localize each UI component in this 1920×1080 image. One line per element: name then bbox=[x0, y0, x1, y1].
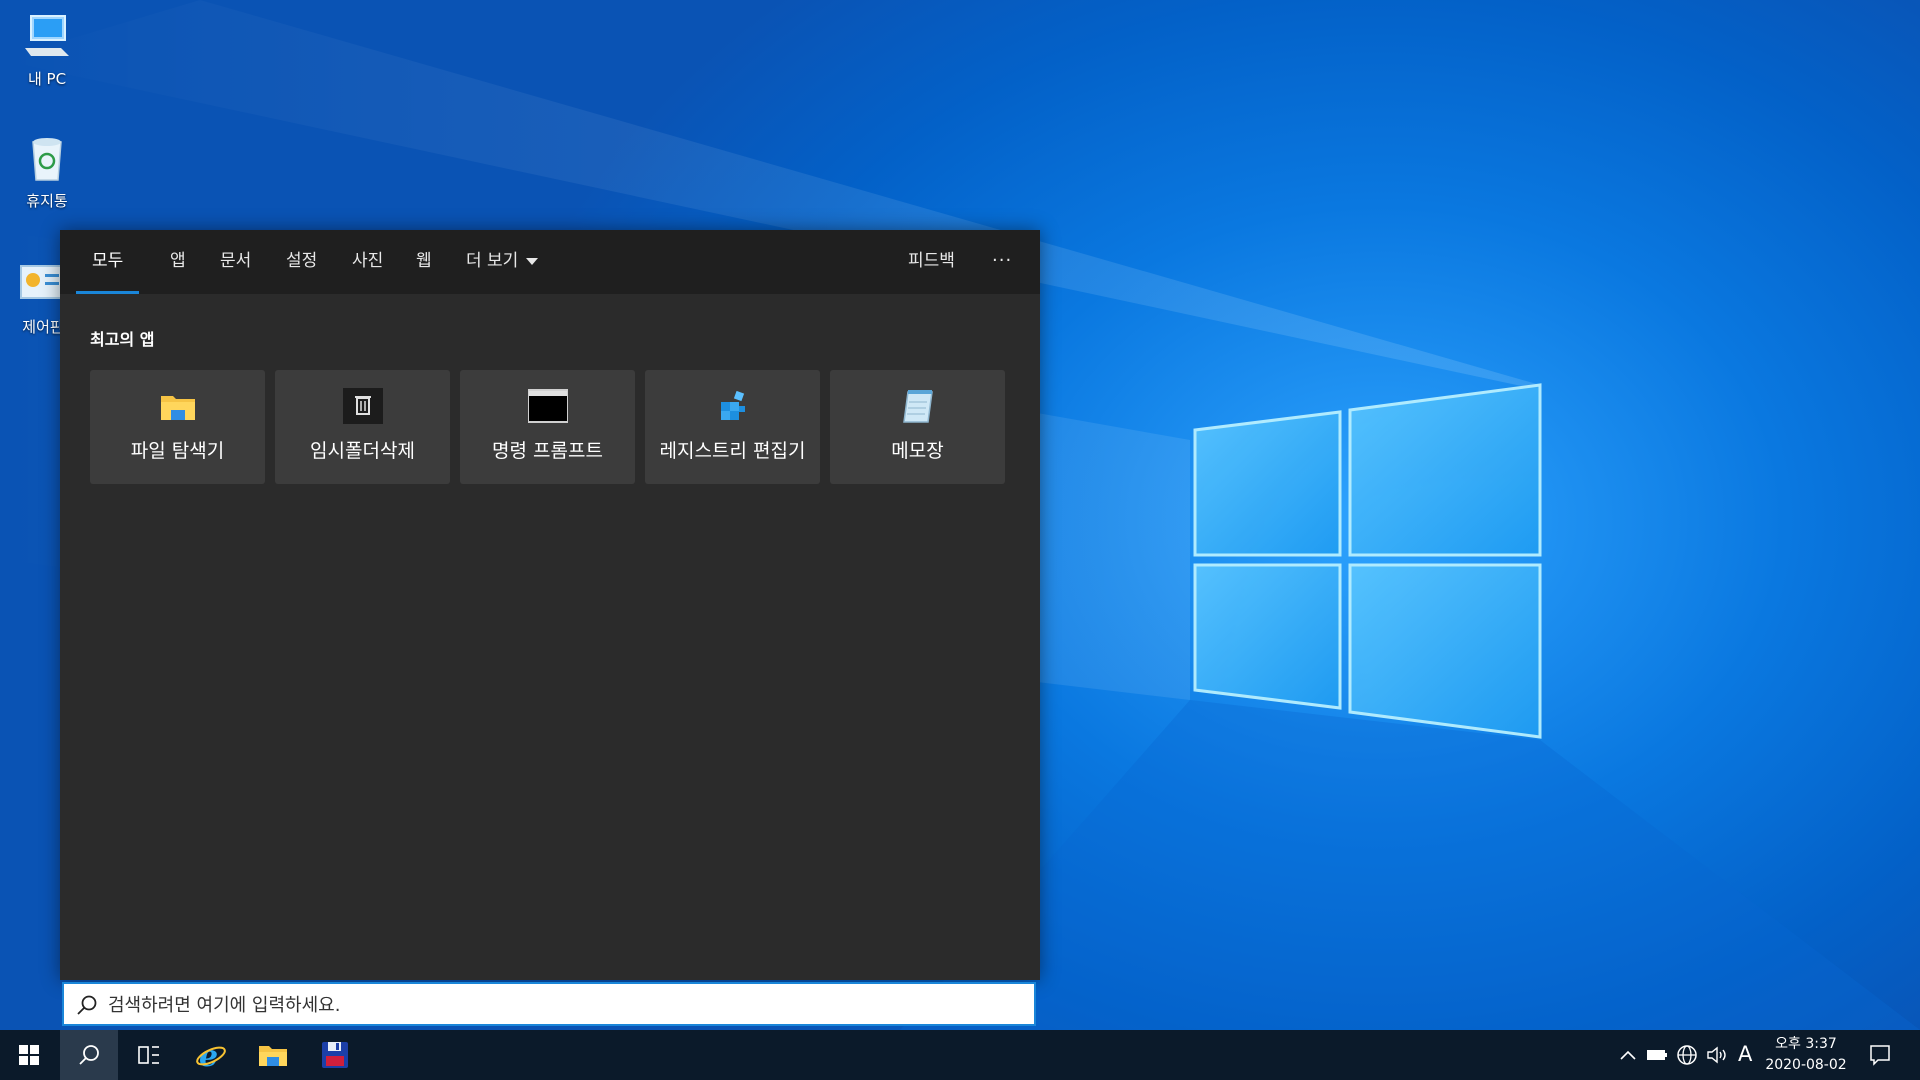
taskbar-search-button[interactable] bbox=[60, 1030, 118, 1080]
chevron-up-icon bbox=[1620, 1050, 1636, 1060]
desktop-icon-recycle-bin[interactable]: 휴지통 bbox=[9, 132, 85, 211]
network-tray-button[interactable] bbox=[1674, 1030, 1700, 1080]
task-view-button[interactable] bbox=[120, 1030, 178, 1080]
app-tile-label: 명령 프롬프트 bbox=[492, 440, 603, 462]
tab-photos[interactable]: 사진 bbox=[336, 230, 399, 294]
file-explorer-button[interactable] bbox=[244, 1030, 302, 1080]
desktop-icon-label: 내 PC bbox=[27, 70, 67, 88]
floppy-disk-icon bbox=[322, 1042, 348, 1068]
tab-web[interactable]: 웹 bbox=[400, 230, 448, 294]
section-title: 최고의 앱 bbox=[90, 330, 155, 349]
trash-icon bbox=[343, 388, 383, 424]
volume-tray-button[interactable] bbox=[1704, 1030, 1732, 1080]
computer-icon bbox=[25, 15, 69, 56]
search-panel: 모두 앱 문서 설정 사진 웹 더 보기 피드백 ··· 최고의 앱 파일 탐색… bbox=[60, 230, 1040, 980]
input-method-indicator[interactable]: A bbox=[1738, 1042, 1752, 1066]
action-center-button[interactable] bbox=[1860, 1030, 1900, 1080]
app-tile-file-explorer[interactable]: 파일 탐색기 bbox=[90, 370, 265, 484]
clock-date: 2020-08-02 bbox=[1765, 1057, 1847, 1073]
folder-icon bbox=[161, 396, 195, 420]
taskbar-clock[interactable]: 오후 3:37 2020-08-02 bbox=[1762, 1034, 1850, 1076]
tab-apps[interactable]: 앱 bbox=[154, 230, 202, 294]
search-input[interactable] bbox=[108, 990, 1008, 1020]
battery-tray-button[interactable] bbox=[1644, 1030, 1670, 1080]
desktop-icon-my-pc[interactable]: 내 PC bbox=[9, 10, 85, 89]
search-box[interactable] bbox=[62, 982, 1036, 1026]
search-icon bbox=[77, 995, 97, 1015]
registry-icon bbox=[721, 390, 745, 420]
battery-icon bbox=[1647, 1050, 1667, 1060]
app-tile-label: 파일 탐색기 bbox=[130, 440, 225, 462]
desktop-icon-label: 휴지통 bbox=[26, 192, 68, 210]
tab-more-dropdown[interactable]: 더 보기 bbox=[450, 230, 554, 294]
start-button[interactable] bbox=[0, 1030, 58, 1080]
clock-time: 오후 3:37 bbox=[1775, 1036, 1837, 1052]
chevron-down-icon bbox=[526, 257, 539, 265]
tab-documents[interactable]: 문서 bbox=[204, 230, 267, 294]
app-tile-label: 메모장 bbox=[891, 440, 944, 462]
windows-logo-icon bbox=[19, 1045, 39, 1065]
app-tile-notepad[interactable]: 메모장 bbox=[830, 370, 1005, 484]
app-tile-registry-editor[interactable]: 레지스트리 편집기 bbox=[645, 370, 820, 484]
app-tile-label: 임시폴더삭제 bbox=[310, 440, 415, 462]
notification-icon bbox=[1870, 1045, 1890, 1066]
more-options-button[interactable]: ··· bbox=[976, 230, 1028, 294]
tab-all[interactable]: 모두 bbox=[76, 230, 140, 294]
folder-icon bbox=[259, 1046, 287, 1066]
terminal-icon bbox=[528, 389, 568, 423]
speaker-icon bbox=[1707, 1046, 1726, 1064]
search-tab-bar: 모두 앱 문서 설정 사진 웹 더 보기 피드백 ··· bbox=[60, 230, 1040, 294]
save-disk-app-button[interactable] bbox=[306, 1030, 364, 1080]
taskbar: e A 오후 3:37 2020-08-02 bbox=[0, 1030, 1920, 1080]
notepad-icon bbox=[903, 390, 933, 423]
show-hidden-icons-button[interactable] bbox=[1616, 1030, 1640, 1080]
search-icon bbox=[79, 1045, 99, 1065]
recycle-bin-icon bbox=[32, 138, 62, 181]
app-tile-label: 레지스트리 편집기 bbox=[659, 440, 806, 462]
app-tile-temp-folder-delete[interactable]: 임시폴더삭제 bbox=[275, 370, 450, 484]
internet-explorer-icon: e bbox=[196, 1039, 226, 1071]
feedback-button[interactable]: 피드백 bbox=[892, 230, 971, 294]
tab-settings[interactable]: 설정 bbox=[270, 230, 333, 294]
internet-explorer-button[interactable]: e bbox=[182, 1030, 240, 1080]
app-tile-command-prompt[interactable]: 명령 프롬프트 bbox=[460, 370, 635, 484]
globe-icon bbox=[1677, 1045, 1697, 1065]
task-view-icon bbox=[138, 1046, 159, 1064]
